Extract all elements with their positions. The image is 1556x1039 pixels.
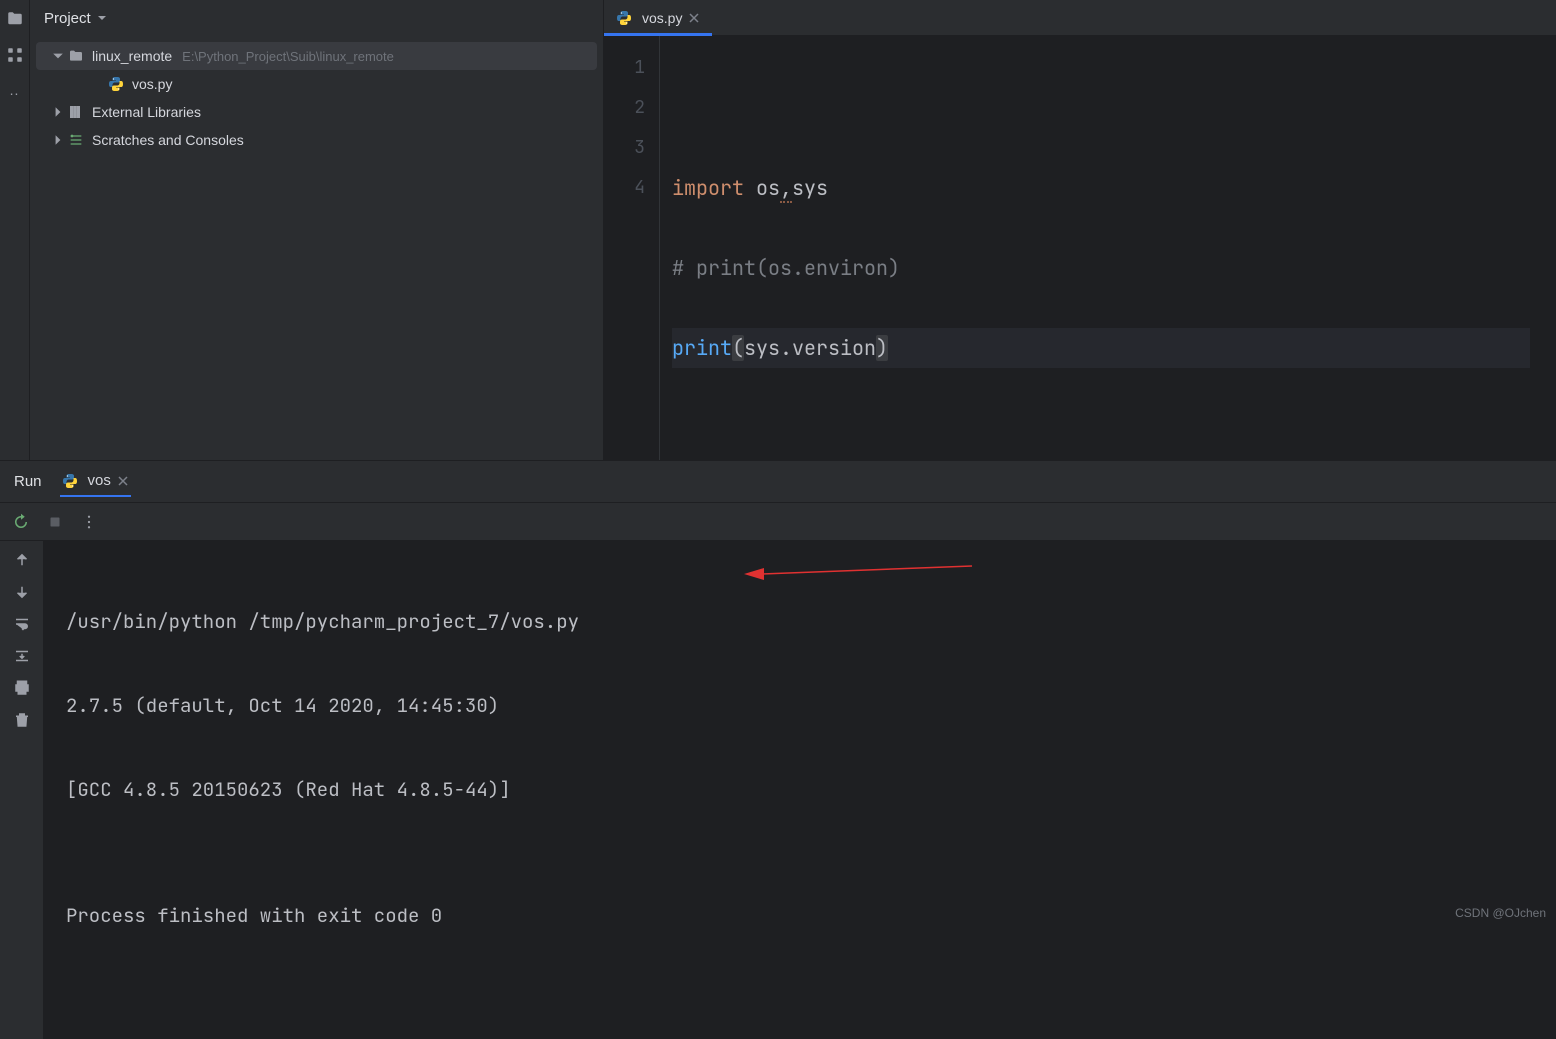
structure-icon[interactable] — [6, 46, 24, 64]
tree-root-path: E:\Python_Project\Suib\linux_remote — [182, 49, 394, 64]
line-number: 4 — [604, 168, 645, 208]
run-toolbar — [0, 503, 1556, 541]
run-title: Run — [14, 473, 42, 490]
console-line: [GCC 4.8.5 20150623 (Red Hat 4.8.5-44)] — [66, 769, 1534, 811]
line-number: 1 — [604, 48, 645, 88]
project-tree: linux_remote E:\Python_Project\Suib\linu… — [30, 36, 603, 160]
chevron-right-icon — [52, 106, 64, 118]
editor-tabs: vos.py — [604, 0, 1556, 36]
folder-icon[interactable] — [6, 10, 24, 28]
close-icon[interactable] — [117, 475, 129, 487]
run-console-output[interactable]: /usr/bin/python /tmp/pycharm_project_7/v… — [44, 541, 1556, 1039]
tree-scratches[interactable]: Scratches and Consoles — [36, 126, 597, 154]
code-line: print(sys.version) — [672, 328, 1530, 368]
console-line: /usr/bin/python /tmp/pycharm_project_7/v… — [66, 601, 1534, 643]
tree-external-label: External Libraries — [92, 104, 201, 120]
tree-root-label: linux_remote — [92, 48, 172, 64]
editor-area: vos.py 1 2 3 4 import os,sys # print(os.… — [604, 0, 1556, 460]
tree-external-libraries[interactable]: External Libraries — [36, 98, 597, 126]
code-line: import os,sys — [672, 168, 1530, 208]
python-file-icon — [62, 473, 78, 489]
run-panel: Run vos /usr/bin/pytho — [0, 460, 1556, 1039]
trash-icon[interactable] — [13, 711, 31, 729]
python-file-icon — [616, 10, 632, 26]
line-number: 2 — [604, 88, 645, 128]
run-tab-vos[interactable]: vos — [60, 466, 131, 497]
editor-code[interactable]: import os,sys # print(os.environ) print(… — [660, 36, 1542, 460]
console-line: Process finished with exit code 0 — [66, 895, 1534, 937]
editor-gutter: 1 2 3 4 — [604, 36, 660, 460]
scroll-to-end-icon[interactable] — [13, 647, 31, 665]
tab-label: vos.py — [642, 10, 682, 26]
line-number: 3 — [604, 128, 645, 168]
console-line: 2.7.5 (default, Oct 14 2020, 14:45:30) — [66, 685, 1534, 727]
arrow-up-icon[interactable] — [13, 551, 31, 569]
editor-scrollbar[interactable] — [1542, 36, 1556, 460]
editor-body[interactable]: 1 2 3 4 import os,sys # print(os.environ… — [604, 36, 1556, 460]
run-header: Run vos — [0, 461, 1556, 503]
more-icon[interactable]: .. — [10, 82, 20, 98]
tree-root-folder[interactable]: linux_remote E:\Python_Project\Suib\linu… — [36, 42, 597, 70]
tree-file-label: vos.py — [132, 76, 172, 92]
rerun-icon[interactable] — [12, 513, 30, 531]
tab-vos[interactable]: vos.py — [604, 0, 712, 35]
scratches-icon — [68, 132, 84, 148]
code-line: # print(os.environ) — [672, 248, 1530, 288]
tree-scratches-label: Scratches and Consoles — [92, 132, 244, 148]
run-tab-label: vos — [88, 472, 111, 489]
tree-file-vos[interactable]: vos.py — [36, 70, 597, 98]
soft-wrap-icon[interactable] — [13, 615, 31, 633]
project-sidebar: Project linux_remote E:\Python_Project\S… — [30, 0, 604, 460]
arrow-down-icon[interactable] — [13, 583, 31, 601]
close-icon[interactable] — [688, 12, 700, 24]
print-icon[interactable] — [13, 679, 31, 697]
more-vertical-icon[interactable] — [80, 513, 98, 531]
chevron-down-icon — [97, 13, 107, 23]
folder-icon — [68, 48, 84, 64]
left-tool-rail: .. — [0, 0, 30, 460]
project-header[interactable]: Project — [30, 0, 603, 36]
chevron-down-icon — [52, 50, 64, 62]
stop-icon[interactable] — [46, 513, 64, 531]
watermark: CSDN @OJchen — [1455, 906, 1546, 920]
project-header-label: Project — [44, 10, 91, 27]
python-file-icon — [108, 76, 124, 92]
chevron-right-icon — [52, 134, 64, 146]
code-line — [672, 88, 1530, 128]
run-left-toolbar — [0, 541, 44, 1039]
library-icon — [68, 104, 84, 120]
